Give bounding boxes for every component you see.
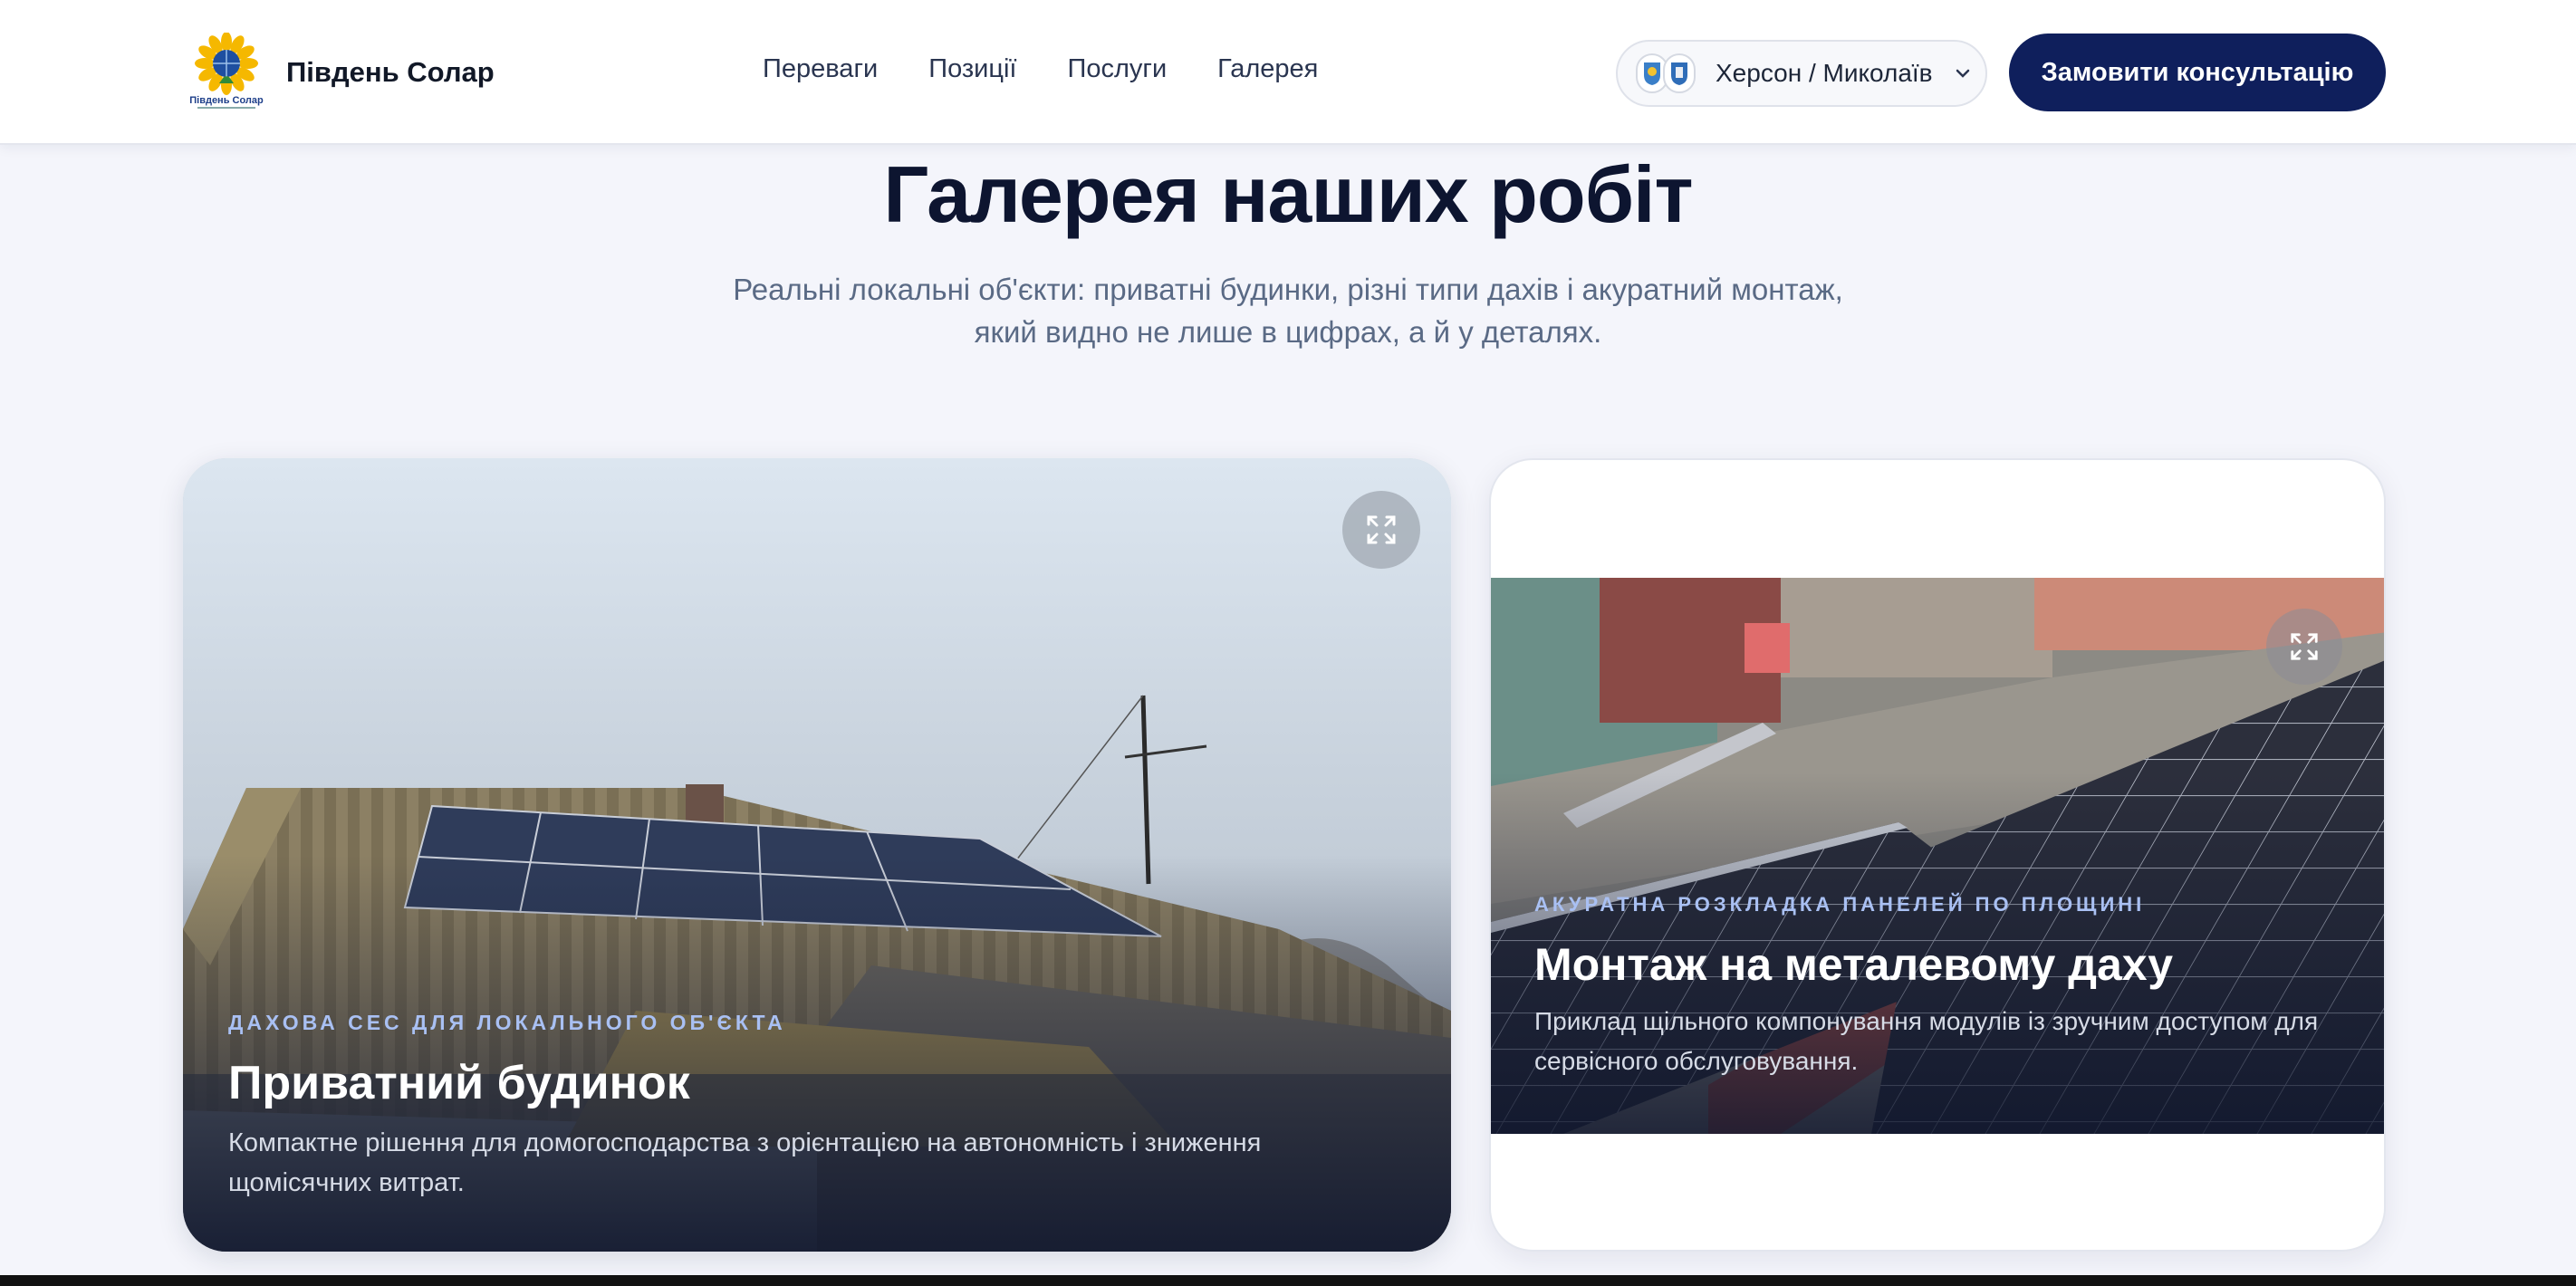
brand[interactable]: Південь Солар Південь Солар xyxy=(179,32,495,112)
gallery-card-private-house[interactable]: ДАХОВА СЕС ДЛЯ ЛОКАЛЬНОГО ОБ'ЄКТА Приват… xyxy=(183,458,1451,1252)
nav-item-gallery[interactable]: Галерея xyxy=(1217,54,1318,84)
main-nav: Переваги Позиції Послуги Галерея xyxy=(763,54,1369,84)
sunflower-logo-icon: Південь Солар xyxy=(179,32,274,112)
gallery-subtitle-line-1: Реальні локальні об'єкти: приватні будин… xyxy=(733,273,1843,306)
card-eyebrow: АКУРАТНА РОЗКЛАДКА ПАНЕЛЕЙ ПО ПЛОЩИНІ xyxy=(1534,893,2146,916)
gallery-card-metal-roof[interactable]: АКУРАТНА РОЗКЛАДКА ПАНЕЛЕЙ ПО ПЛОЩИНІ Мо… xyxy=(1489,458,2386,1252)
bottom-edge xyxy=(0,1275,2576,1286)
card-title: Монтаж на металевому даху xyxy=(1534,939,2174,990)
card-title: Приватний будинок xyxy=(228,1057,690,1109)
expand-image-button[interactable] xyxy=(1342,491,1420,569)
logo-caption: Південь Солар xyxy=(189,95,264,106)
order-consultation-button[interactable]: Замовити консультацію xyxy=(2009,34,2386,111)
card-description: Приклад щільного компонування модулів із… xyxy=(1534,1007,2319,1075)
expand-icon xyxy=(2291,633,2318,660)
nav-item-positions[interactable]: Позиції xyxy=(928,54,1016,84)
chevron-down-icon xyxy=(1956,69,1969,78)
nav-item-services[interactable]: Послуги xyxy=(1067,54,1167,84)
site-header: Південь Солар Південь Солар Переваги Поз… xyxy=(0,0,2576,145)
region-label: Херсон / Миколаїв xyxy=(1716,59,1933,87)
card-description: Компактне рішення для домогосподарства з… xyxy=(228,1128,1262,1197)
brand-name: Південь Солар xyxy=(286,56,495,88)
expand-icon xyxy=(1367,515,1396,544)
expand-image-button[interactable] xyxy=(2266,609,2342,685)
gallery-subtitle-line-2: який видно не лише в цифрах, а й у детал… xyxy=(974,315,1602,349)
metal-roof-photo-frame: АКУРАТНА РОЗКЛАДКА ПАНЕЛЕЙ ПО ПЛОЩИНІ Мо… xyxy=(1491,578,2384,1134)
mykolaiv-crest-icon xyxy=(1663,53,1696,93)
gallery-subtitle: Реальні локальні об'єкти: приватні будин… xyxy=(654,268,1922,353)
gallery-title: Галерея наших робіт xyxy=(883,149,1693,239)
nav-item-advantages[interactable]: Переваги xyxy=(763,54,878,84)
region-selector[interactable]: Херсон / Миколаїв xyxy=(1616,40,1987,107)
card-eyebrow: ДАХОВА СЕС ДЛЯ ЛОКАЛЬНОГО ОБ'ЄКТА xyxy=(228,1011,786,1034)
